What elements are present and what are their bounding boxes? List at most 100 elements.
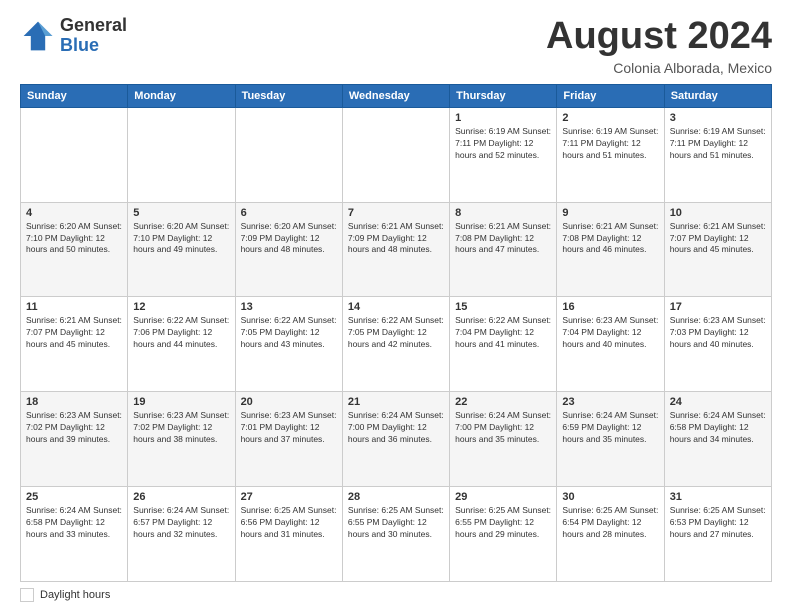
day-info: Sunrise: 6:20 AM Sunset: 7:10 PM Dayligh… <box>26 221 122 257</box>
weekday-header: Tuesday <box>235 84 342 107</box>
day-info: Sunrise: 6:25 AM Sunset: 6:55 PM Dayligh… <box>455 505 551 541</box>
day-number: 26 <box>133 491 229 503</box>
day-number: 16 <box>562 301 658 313</box>
day-info: Sunrise: 6:23 AM Sunset: 7:02 PM Dayligh… <box>133 410 229 446</box>
day-info: Sunrise: 6:21 AM Sunset: 7:07 PM Dayligh… <box>26 315 122 351</box>
day-number: 14 <box>348 301 444 313</box>
day-number: 25 <box>26 491 122 503</box>
legend-box <box>20 588 34 602</box>
day-number: 12 <box>133 301 229 313</box>
calendar-cell: 11 Sunrise: 6:21 AM Sunset: 7:07 PM Dayli… <box>21 297 128 392</box>
title-block: August 2024 Colonia Alborada, Mexico <box>546 16 772 76</box>
calendar-week-row: 4 Sunrise: 6:20 AM Sunset: 7:10 PM Daylig… <box>21 202 772 297</box>
calendar-cell: 29 Sunrise: 6:25 AM Sunset: 6:55 PM Dayli… <box>450 487 557 582</box>
day-info: Sunrise: 6:23 AM Sunset: 7:02 PM Dayligh… <box>26 410 122 446</box>
day-info: Sunrise: 6:25 AM Sunset: 6:56 PM Dayligh… <box>241 505 337 541</box>
calendar-cell: 8 Sunrise: 6:21 AM Sunset: 7:08 PM Daylig… <box>450 202 557 297</box>
calendar-cell: 20 Sunrise: 6:23 AM Sunset: 7:01 PM Dayli… <box>235 392 342 487</box>
day-info: Sunrise: 6:22 AM Sunset: 7:04 PM Dayligh… <box>455 315 551 351</box>
day-info: Sunrise: 6:25 AM Sunset: 6:55 PM Dayligh… <box>348 505 444 541</box>
day-number: 11 <box>26 301 122 313</box>
day-info: Sunrise: 6:19 AM Sunset: 7:11 PM Dayligh… <box>455 126 551 162</box>
title-month: August 2024 <box>546 16 772 58</box>
day-number: 13 <box>241 301 337 313</box>
calendar-cell: 10 Sunrise: 6:21 AM Sunset: 7:07 PM Dayli… <box>664 202 771 297</box>
day-number: 19 <box>133 396 229 408</box>
day-number: 20 <box>241 396 337 408</box>
weekday-header: Friday <box>557 84 664 107</box>
day-info: Sunrise: 6:24 AM Sunset: 7:00 PM Dayligh… <box>348 410 444 446</box>
day-number: 21 <box>348 396 444 408</box>
day-info: Sunrise: 6:21 AM Sunset: 7:08 PM Dayligh… <box>562 221 658 257</box>
day-number: 10 <box>670 207 766 219</box>
calendar-cell <box>21 107 128 202</box>
calendar-table: SundayMondayTuesdayWednesdayThursdayFrid… <box>20 84 772 582</box>
calendar-cell: 22Sunrise: 6:24 AM Sunset: 7:00 PM Dayli… <box>450 392 557 487</box>
calendar-cell: 23 Sunrise: 6:24 AM Sunset: 6:59 PM Dayli… <box>557 392 664 487</box>
day-info: Sunrise: 6:23 AM Sunset: 7:01 PM Dayligh… <box>241 410 337 446</box>
day-info: Sunrise: 6:24 AM Sunset: 6:57 PM Dayligh… <box>133 505 229 541</box>
day-number: 2 <box>562 112 658 124</box>
calendar-cell: 30 Sunrise: 6:25 AM Sunset: 6:54 PM Dayli… <box>557 487 664 582</box>
day-info: Sunrise: 6:25 AM Sunset: 6:53 PM Dayligh… <box>670 505 766 541</box>
calendar-cell: 4 Sunrise: 6:20 AM Sunset: 7:10 PM Daylig… <box>21 202 128 297</box>
calendar-cell: 13 Sunrise: 6:22 AM Sunset: 7:05 PM Dayli… <box>235 297 342 392</box>
day-info: Sunrise: 6:21 AM Sunset: 7:09 PM Dayligh… <box>348 221 444 257</box>
day-info: Sunrise: 6:22 AM Sunset: 7:05 PM Dayligh… <box>348 315 444 351</box>
weekday-header: Thursday <box>450 84 557 107</box>
day-number: 24 <box>670 396 766 408</box>
calendar-cell: 3Sunrise: 6:19 AM Sunset: 7:11 PM Daylig… <box>664 107 771 202</box>
day-number: 5 <box>133 207 229 219</box>
calendar-header-row: SundayMondayTuesdayWednesdayThursdayFrid… <box>21 84 772 107</box>
day-number: 23 <box>562 396 658 408</box>
day-number: 8 <box>455 207 551 219</box>
calendar-cell: 12Sunrise: 6:22 AM Sunset: 7:06 PM Dayli… <box>128 297 235 392</box>
calendar-cell: 2Sunrise: 6:19 AM Sunset: 7:11 PM Daylig… <box>557 107 664 202</box>
day-info: Sunrise: 6:21 AM Sunset: 7:08 PM Dayligh… <box>455 221 551 257</box>
day-number: 18 <box>26 396 122 408</box>
legend-label: Daylight hours <box>40 589 110 601</box>
calendar-cell: 6Sunrise: 6:20 AM Sunset: 7:09 PM Daylig… <box>235 202 342 297</box>
day-number: 30 <box>562 491 658 503</box>
day-number: 4 <box>26 207 122 219</box>
logo-text: General Blue <box>60 16 127 56</box>
calendar-cell: 5Sunrise: 6:20 AM Sunset: 7:10 PM Daylig… <box>128 202 235 297</box>
calendar-week-row: 18 Sunrise: 6:23 AM Sunset: 7:02 PM Dayli… <box>21 392 772 487</box>
weekday-header: Monday <box>128 84 235 107</box>
weekday-header: Sunday <box>21 84 128 107</box>
day-number: 7 <box>348 207 444 219</box>
calendar-cell: 1 Sunrise: 6:19 AM Sunset: 7:11 PM Daylig… <box>450 107 557 202</box>
logo-blue-text: Blue <box>60 36 127 56</box>
day-info: Sunrise: 6:22 AM Sunset: 7:05 PM Dayligh… <box>241 315 337 351</box>
calendar-cell: 21 Sunrise: 6:24 AM Sunset: 7:00 PM Dayli… <box>342 392 449 487</box>
day-info: Sunrise: 6:21 AM Sunset: 7:07 PM Dayligh… <box>670 221 766 257</box>
calendar-cell: 7 Sunrise: 6:21 AM Sunset: 7:09 PM Daylig… <box>342 202 449 297</box>
calendar-cell: 26 Sunrise: 6:24 AM Sunset: 6:57 PM Dayli… <box>128 487 235 582</box>
day-info: Sunrise: 6:24 AM Sunset: 6:59 PM Dayligh… <box>562 410 658 446</box>
day-number: 29 <box>455 491 551 503</box>
weekday-header: Saturday <box>664 84 771 107</box>
day-number: 31 <box>670 491 766 503</box>
day-number: 28 <box>348 491 444 503</box>
calendar-cell: 31 Sunrise: 6:25 AM Sunset: 6:53 PM Dayli… <box>664 487 771 582</box>
calendar-cell: 19 Sunrise: 6:23 AM Sunset: 7:02 PM Dayli… <box>128 392 235 487</box>
day-info: Sunrise: 6:24 AM Sunset: 6:58 PM Dayligh… <box>670 410 766 446</box>
calendar-cell: 25Sunrise: 6:24 AM Sunset: 6:58 PM Dayli… <box>21 487 128 582</box>
footer-legend: Daylight hours <box>20 588 772 602</box>
calendar-cell: 9Sunrise: 6:21 AM Sunset: 7:08 PM Daylig… <box>557 202 664 297</box>
day-number: 22 <box>455 396 551 408</box>
calendar-cell: 14 Sunrise: 6:22 AM Sunset: 7:05 PM Dayli… <box>342 297 449 392</box>
calendar-cell: 27Sunrise: 6:25 AM Sunset: 6:56 PM Dayli… <box>235 487 342 582</box>
weekday-header: Wednesday <box>342 84 449 107</box>
calendar-week-row: 11 Sunrise: 6:21 AM Sunset: 7:07 PM Dayli… <box>21 297 772 392</box>
day-info: Sunrise: 6:25 AM Sunset: 6:54 PM Dayligh… <box>562 505 658 541</box>
day-number: 1 <box>455 112 551 124</box>
calendar-cell: 24 Sunrise: 6:24 AM Sunset: 6:58 PM Dayli… <box>664 392 771 487</box>
calendar-cell: 28 Sunrise: 6:25 AM Sunset: 6:55 PM Dayli… <box>342 487 449 582</box>
calendar-cell <box>235 107 342 202</box>
calendar-cell <box>128 107 235 202</box>
day-number: 3 <box>670 112 766 124</box>
day-number: 6 <box>241 207 337 219</box>
calendar-cell: 15Sunrise: 6:22 AM Sunset: 7:04 PM Dayli… <box>450 297 557 392</box>
day-info: Sunrise: 6:23 AM Sunset: 7:03 PM Dayligh… <box>670 315 766 351</box>
